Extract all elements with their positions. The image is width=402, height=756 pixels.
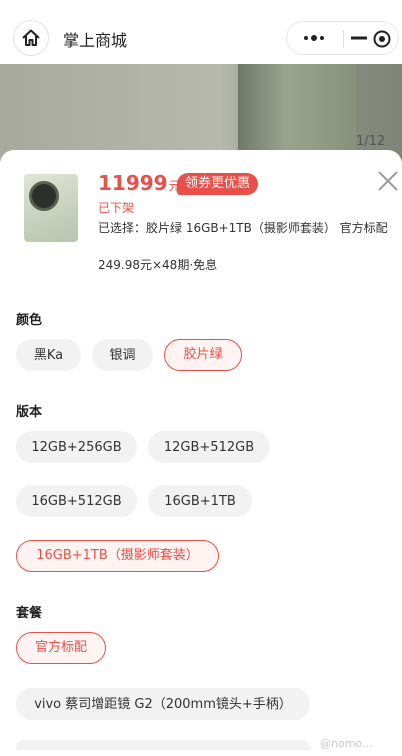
more-dots-icon	[304, 35, 324, 41]
option-version-12-512[interactable]: 12GB+512GB	[148, 431, 270, 463]
target-close-icon	[373, 30, 391, 48]
mini-program-capsule	[286, 21, 399, 55]
stock-status: 已下架	[98, 201, 135, 215]
home-button[interactable]	[13, 20, 49, 56]
coupon-button[interactable]: 领券更优惠	[177, 173, 259, 195]
section-title-color: 颜色	[16, 313, 43, 328]
top-bar: 掌上商城	[0, 0, 402, 64]
price-row: 11999 元	[98, 171, 181, 195]
close-icon[interactable]	[375, 168, 401, 194]
option-version-12-256[interactable]: 12GB+256GB	[16, 431, 137, 463]
option-color-film-green[interactable]: 胶片绿	[164, 339, 242, 371]
product-thumbnail	[24, 174, 78, 242]
app-title: 掌上商城	[63, 31, 128, 50]
minimize-icon	[351, 36, 367, 40]
option-color-silver[interactable]: 银调	[92, 339, 153, 371]
price-value: 11999	[98, 171, 168, 195]
more-button[interactable]	[301, 29, 327, 47]
option-color-black[interactable]: 黑Ka	[16, 339, 81, 371]
option-version-16-512[interactable]: 16GB+512GB	[16, 485, 137, 517]
camera-module-graphic	[29, 181, 59, 211]
watermark: @nomo...	[320, 737, 373, 750]
selected-summary: 已选择：胶片绿 16GB+1TB（摄影师套装） 官方标配	[98, 221, 388, 235]
sku-selector-sheet: 11999 元 领券更优惠 已下架 已选择：胶片绿 16GB+1TB（摄影师套装…	[0, 150, 402, 756]
next-option-peek	[16, 740, 310, 750]
option-version-16-1tb-photographer[interactable]: 16GB+1TB（摄影师套装）	[16, 540, 219, 572]
hero-phone-image	[238, 64, 356, 164]
product-hero-image[interactable]: 1/12	[0, 64, 402, 164]
option-version-16-1tb[interactable]: 16GB+1TB	[148, 485, 252, 517]
home-icon	[22, 29, 40, 46]
section-title-version: 版本	[16, 405, 43, 420]
option-package-zeiss-extender[interactable]: vivo 蔡司增距镜 G2（200mm镜头+手柄）	[16, 688, 310, 720]
close-mini-button[interactable]	[372, 29, 392, 49]
option-package-standard[interactable]: 官方标配	[16, 632, 106, 664]
image-page-indicator: 1/12	[356, 134, 386, 149]
section-title-package: 套餐	[16, 606, 43, 621]
installment-info: 249.98元×48期·免息	[98, 258, 218, 272]
minimize-button[interactable]	[344, 29, 374, 47]
